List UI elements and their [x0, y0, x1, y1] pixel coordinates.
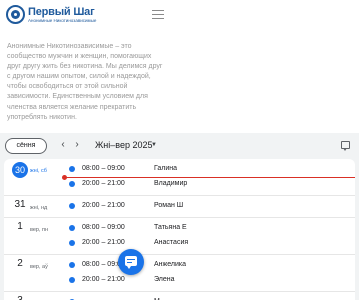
current-time-dot	[62, 175, 67, 180]
event-color-dot	[69, 277, 75, 283]
agenda-event[interactable]: 20:00 – 21:00 Элена	[4, 273, 355, 287]
chat-outline-icon[interactable]	[341, 141, 350, 151]
agenda-event[interactable]: 20:00 – 21:00 Роман Ш	[4, 199, 355, 213]
event-time: 20:00 – 21:00	[82, 202, 125, 209]
agenda-day-group: 31 жнi, нд 20:00 – 21:00 Роман Ш	[4, 196, 355, 218]
today-button[interactable]: сёння	[5, 138, 47, 154]
chat-fab-button[interactable]	[118, 249, 144, 275]
current-time-line	[64, 177, 355, 178]
event-title: Элена	[154, 276, 175, 283]
event-time: 08:00 – 09:00	[82, 224, 125, 231]
event-time: 20:00 – 21:00	[82, 180, 125, 187]
event-title: Анжелика	[154, 261, 186, 268]
event-time: 20:00 – 21:00	[82, 276, 125, 283]
event-color-dot	[69, 166, 75, 172]
agenda-event[interactable]: 08:00 – 09:00 Галина	[4, 162, 355, 176]
event-title: Роман Ш	[154, 202, 184, 209]
logo-circle-icon[interactable]	[6, 5, 25, 24]
agenda-day-group: 30 жнi, сб 08:00 – 09:00 Галина 20:00 – 21:0…	[4, 159, 355, 196]
event-color-dot	[69, 240, 75, 246]
event-title: Владимир	[154, 180, 188, 187]
agenda-day-group: 3М	[4, 292, 355, 300]
agenda-day-group: 1 вер, пн 08:00 – 09:00 Татьяна Е 20:00 – 21…	[4, 218, 355, 255]
logo-title[interactable]: Первый Шаг	[28, 6, 95, 18]
logo-subtitle: Анонимные Никотинозависимые	[28, 18, 97, 23]
month-label[interactable]: Жнi–вер 2025	[95, 139, 153, 151]
event-time: 08:00 – 09:00	[82, 165, 125, 172]
caret-down-icon[interactable]: ▼	[151, 140, 157, 150]
hamburger-menu-icon[interactable]	[152, 10, 164, 19]
chevron-right-icon[interactable]: ›	[72, 139, 82, 151]
event-time: 20:00 – 21:00	[82, 239, 125, 246]
agenda-day-group: 2 вер, аў 08:00 – 09:00 Анжелика 20:00 – 21:…	[4, 255, 355, 292]
event-color-dot	[69, 203, 75, 209]
intro-paragraph: Анонимные Никотинозависимые – это сообще…	[7, 43, 163, 121]
event-title: Галина	[154, 165, 178, 172]
calendar-toolbar: сёння ‹ › Жнi–вер 2025 ▼	[0, 133, 359, 159]
event-color-dot	[69, 225, 75, 231]
calendar-embed: сёння ‹ › Жнi–вер 2025 ▼ 30 жнi, сб 08:00 …	[0, 133, 359, 300]
agenda-event[interactable]: М	[4, 295, 355, 300]
agenda-list: 30 жнi, сб 08:00 – 09:00 Галина 20:00 – 21:0…	[4, 159, 355, 300]
chevron-left-icon[interactable]: ‹	[58, 139, 68, 151]
event-color-dot	[69, 181, 75, 187]
event-title: Татьяна Е	[154, 224, 187, 231]
site-header: Первый Шаг Анонимные Никотинозависимые	[0, 0, 359, 32]
agenda-event[interactable]: 20:00 – 21:00 Владимир	[4, 177, 355, 191]
agenda-event[interactable]: 08:00 – 09:00 Татьяна Е	[4, 221, 355, 235]
chat-bubble-icon	[125, 256, 137, 269]
agenda-event[interactable]: 08:00 – 09:00 Анжелика	[4, 258, 355, 272]
event-title: Анастасия	[154, 239, 189, 246]
event-color-dot	[69, 262, 75, 268]
agenda-event[interactable]: 20:00 – 21:00 Анастасия	[4, 236, 355, 250]
